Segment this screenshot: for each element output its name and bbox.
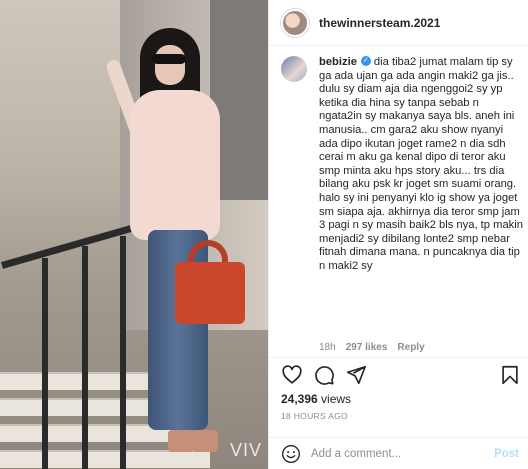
views-label: views <box>321 392 352 406</box>
comment-time[interactable]: 18h <box>319 342 336 353</box>
post-comment-button[interactable]: Post <box>494 448 519 460</box>
media-watermark: VIV <box>229 440 262 460</box>
post-timestamp[interactable]: 18 HOURS AGO <box>281 411 348 421</box>
stair-step <box>0 372 150 390</box>
author-avatar[interactable] <box>281 8 309 37</box>
comment-meta: 18h 297 likes Reply <box>319 342 425 353</box>
stair-step <box>0 450 210 468</box>
paper-plane-icon[interactable] <box>345 364 367 386</box>
heart-icon[interactable] <box>281 364 303 386</box>
handbag <box>175 262 245 324</box>
comment-bubble-icon[interactable] <box>313 364 335 386</box>
post-media[interactable]: VIV <box>0 0 268 469</box>
post-header: thewinnersteam.2021 <box>269 0 528 46</box>
railing-post <box>120 236 126 469</box>
person-face <box>155 45 185 85</box>
author-username[interactable]: thewinnersteam.2021 <box>319 16 440 30</box>
sunglasses <box>152 54 186 64</box>
commenter-username[interactable]: bebizie <box>319 56 357 68</box>
comment-input[interactable] <box>311 448 495 460</box>
views-number: 24,396 <box>281 392 318 406</box>
verified-badge-icon: ✓ <box>360 56 371 67</box>
railing-post <box>82 246 88 469</box>
railing-post <box>42 258 48 469</box>
post-details-panel: thewinnersteam.2021 bebizie ✓ dia tiba2 ju… <box>268 0 528 469</box>
smiley-icon[interactable] <box>281 444 301 464</box>
action-icons <box>281 364 521 386</box>
person-shirt <box>130 90 220 240</box>
bookmark-icon[interactable] <box>499 364 521 386</box>
post-actions: 24,396 views 18 HOURS AGO Post <box>269 357 528 469</box>
comment-text: dia tiba2 jumat malam tip sy ga ada ujan… <box>319 56 523 272</box>
comment-likes[interactable]: 297 likes <box>346 342 388 353</box>
reply-button[interactable]: Reply <box>397 342 424 353</box>
comment-body: bebizie ✓ dia tiba2 jumat malam tip sy ga … <box>319 56 523 274</box>
views-count[interactable]: 24,396 views <box>281 392 351 406</box>
add-comment-row: Post <box>269 437 528 469</box>
shoe <box>192 430 218 452</box>
commenter-avatar[interactable] <box>281 56 307 82</box>
shoe <box>168 430 194 452</box>
